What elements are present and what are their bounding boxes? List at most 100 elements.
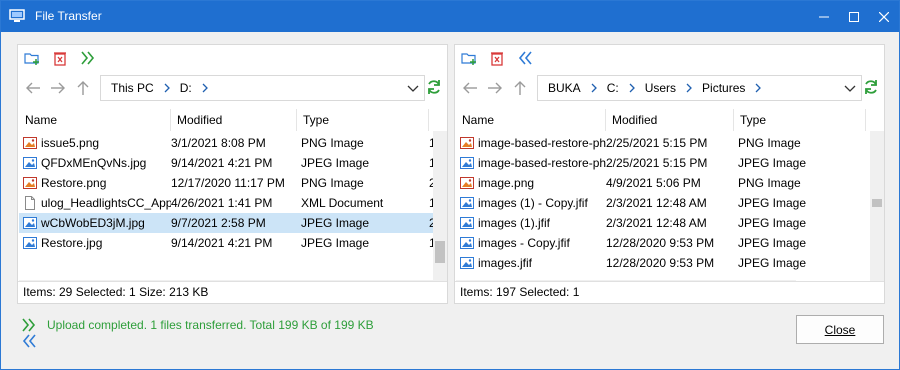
image-icon xyxy=(460,217,474,229)
up-button[interactable] xyxy=(511,79,529,97)
image-icon xyxy=(460,257,474,269)
vertical-scrollbar[interactable] xyxy=(870,131,884,296)
file-type: JPEG Image xyxy=(738,216,807,230)
file-type: JPEG Image xyxy=(301,236,370,250)
dialog-body: This PC D: Name Modified Type issue5.png… xyxy=(1,32,899,369)
refresh-icon[interactable] xyxy=(426,79,442,95)
breadcrumb-item[interactable]: Users xyxy=(645,81,676,95)
table-row[interactable]: image.png 4/9/2021 5:06 PM PNG Image xyxy=(456,173,870,193)
file-type: XML Document xyxy=(301,196,384,210)
image-icon xyxy=(460,157,474,169)
chevron-right-icon xyxy=(587,82,601,94)
column-header-type[interactable]: Type xyxy=(734,109,866,131)
scrollbar-thumb[interactable] xyxy=(872,199,882,207)
chevron-down-icon[interactable] xyxy=(406,82,420,96)
double-chevron-right-icon xyxy=(22,318,36,332)
title-bar[interactable]: File Transfer xyxy=(1,1,899,32)
close-window-button[interactable] xyxy=(869,1,899,32)
file-name: image-based-restore-phys xyxy=(478,156,606,170)
back-button[interactable] xyxy=(24,79,42,97)
table-row[interactable]: image-based-restore-phys 2/25/2021 5:15 … xyxy=(456,153,870,173)
double-chevron-right-icon xyxy=(81,51,95,65)
file-name: images.jfif xyxy=(478,256,533,270)
table-row[interactable]: images - Copy.jfif 12/28/2020 9:53 PM JP… xyxy=(456,233,870,253)
table-row[interactable]: issue5.png 3/1/2021 8:08 PM PNG Image 1 xyxy=(19,133,433,153)
transfer-message: Upload completed. 1 files transferred. T… xyxy=(21,316,374,334)
upload-button[interactable] xyxy=(80,50,96,66)
file-modified: 9/7/2021 2:58 PM xyxy=(171,216,266,230)
column-header-name[interactable]: Name xyxy=(19,109,171,131)
table-row[interactable]: images (1).jfif 2/3/2021 12:48 AM JPEG I… xyxy=(456,213,870,233)
chevron-right-icon xyxy=(751,82,765,94)
refresh-icon[interactable] xyxy=(863,79,879,95)
close-icon xyxy=(879,11,889,22)
new-folder-icon xyxy=(461,53,476,65)
monitor-icon xyxy=(9,9,25,22)
forward-button[interactable] xyxy=(49,79,67,97)
breadcrumb-item[interactable]: Pictures xyxy=(702,81,745,95)
path-bar[interactable]: This PC D: xyxy=(100,75,425,101)
file-name: images - Copy.jfif xyxy=(478,236,570,250)
file-type: PNG Image xyxy=(301,136,364,150)
up-button[interactable] xyxy=(74,79,92,97)
local-panel: This PC D: Name Modified Type issue5.png… xyxy=(17,44,448,304)
column-header-modified[interactable]: Modified xyxy=(171,109,297,131)
close-button[interactable]: Close xyxy=(796,315,884,344)
table-row[interactable]: QFDxMEnQvNs.jpg 9/14/2021 4:21 PM JPEG I… xyxy=(19,153,433,173)
minimize-button[interactable] xyxy=(809,1,839,32)
vertical-scrollbar[interactable] xyxy=(433,131,447,296)
delete-icon xyxy=(491,52,503,66)
table-row[interactable]: images.jfif 12/28/2020 9:53 PM JPEG Imag… xyxy=(456,253,870,273)
new-folder-button[interactable] xyxy=(461,50,477,66)
image-icon xyxy=(23,157,37,169)
document-icon xyxy=(25,196,35,210)
chevron-right-icon xyxy=(682,82,696,94)
maximize-button[interactable] xyxy=(839,1,869,32)
table-row[interactable]: Restore.jpg 9/14/2021 4:21 PM JPEG Image… xyxy=(19,233,433,253)
breadcrumb-item[interactable]: C: xyxy=(607,81,619,95)
table-row[interactable]: images (1) - Copy.jfif 2/3/2021 12:48 AM… xyxy=(456,193,870,213)
file-name: image-based-restore-phys xyxy=(478,136,606,150)
file-type: PNG Image xyxy=(738,136,801,150)
file-modified: 12/28/2020 9:53 PM xyxy=(606,256,715,270)
delete-icon xyxy=(54,52,66,66)
file-type: JPEG Image xyxy=(738,156,807,170)
maximize-icon xyxy=(849,11,859,22)
table-row[interactable]: image-based-restore-phys 2/25/2021 5:15 … xyxy=(456,133,870,153)
column-header-name[interactable]: Name xyxy=(456,109,606,131)
file-type: JPEG Image xyxy=(738,196,807,210)
column-header-type[interactable]: Type xyxy=(297,109,429,131)
local-toolbar xyxy=(18,45,447,71)
file-modified: 9/14/2021 4:21 PM xyxy=(171,156,273,170)
local-file-list[interactable]: Name Modified Type issue5.png 3/1/2021 8… xyxy=(19,109,447,296)
breadcrumb-item[interactable]: D: xyxy=(180,81,192,95)
breadcrumb-item[interactable]: This PC xyxy=(111,81,154,95)
table-row[interactable]: Restore.png 12/17/2020 11:17 PM PNG Imag… xyxy=(19,173,433,193)
file-type: JPEG Image xyxy=(301,216,370,230)
file-name: images (1) - Copy.jfif xyxy=(478,196,588,210)
forward-button[interactable] xyxy=(486,79,504,97)
delete-button[interactable] xyxy=(489,50,505,66)
file-name: ulog_HeadlightsCC_AppCr xyxy=(41,196,171,210)
file-type: JPEG Image xyxy=(738,236,807,250)
download-button[interactable] xyxy=(517,50,533,66)
back-button[interactable] xyxy=(461,79,479,97)
table-row-selected[interactable]: wCbWobED3jM.jpg 9/7/2021 2:58 PM JPEG Im… xyxy=(19,213,433,233)
image-icon xyxy=(23,217,37,229)
new-folder-button[interactable] xyxy=(24,50,40,66)
file-modified: 9/14/2021 4:21 PM xyxy=(171,236,273,250)
scrollbar-thumb[interactable] xyxy=(435,241,445,263)
chevron-right-icon xyxy=(198,82,212,94)
breadcrumb-item[interactable]: BUKA xyxy=(548,81,581,95)
chevron-down-icon[interactable] xyxy=(843,82,857,96)
file-modified: 2/25/2021 5:15 PM xyxy=(606,156,708,170)
file-modified: 12/28/2020 9:53 PM xyxy=(606,236,715,250)
status-message: Upload completed. 1 files transferred. T… xyxy=(47,318,374,332)
remote-file-list[interactable]: Name Modified Type image-based-restore-p… xyxy=(456,109,884,296)
file-name: wCbWobED3jM.jpg xyxy=(41,216,145,230)
file-modified: 4/26/2021 1:41 PM xyxy=(171,196,273,210)
delete-button[interactable] xyxy=(52,50,68,66)
path-bar[interactable]: BUKA C: Users Pictures xyxy=(537,75,862,101)
column-header-modified[interactable]: Modified xyxy=(606,109,734,131)
table-row[interactable]: ulog_HeadlightsCC_AppCr 4/26/2021 1:41 P… xyxy=(19,193,433,213)
